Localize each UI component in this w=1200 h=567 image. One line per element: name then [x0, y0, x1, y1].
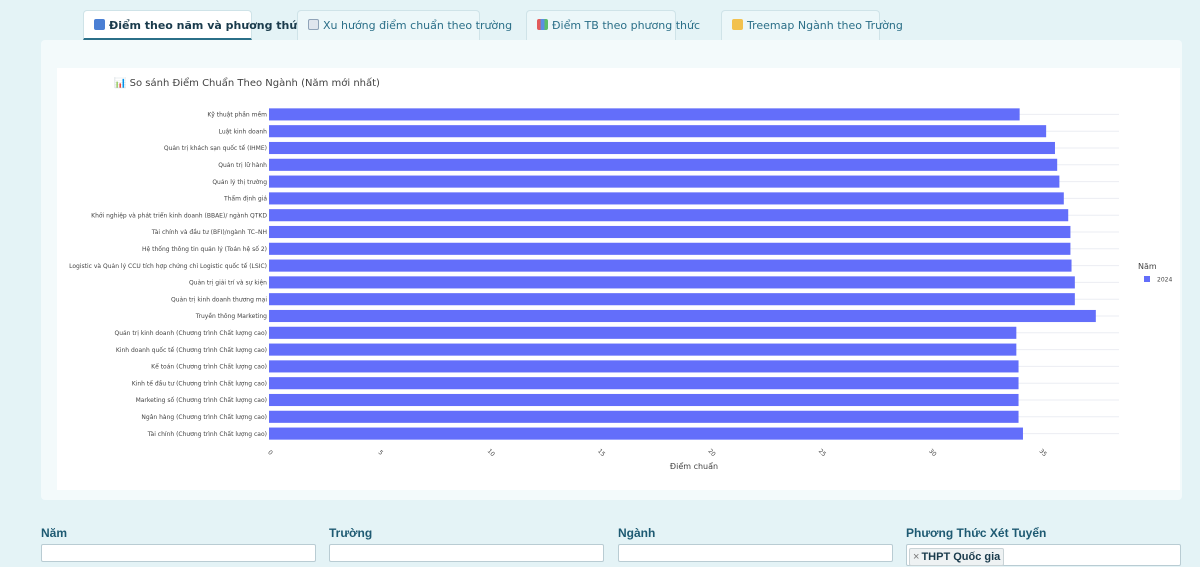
tab-trend-by-school[interactable]: Xu hướng điểm chuẩn theo trường [297, 10, 512, 40]
x-tick-label: 10 [486, 448, 496, 458]
bar[interactable] [269, 360, 1019, 373]
benchmark-bar-chart: 📊 So sánh Điểm Chuẩn Theo Ngành (Năm mới… [69, 76, 1172, 471]
bar[interactable] [269, 192, 1064, 205]
x-tick-label: 20 [706, 448, 716, 458]
method-filter-label: Phương Thức Xét Tuyển [906, 526, 1047, 540]
y-tick-label: Tài chính và đầu tư (BFI)/ngành TC–NH [151, 228, 267, 236]
method-select[interactable]: × THPT Quốc gia [906, 544, 1181, 566]
legend-label: 2024 [1157, 277, 1172, 284]
filter-bar: Năm Trường Ngành Phương Thức Xét Tuyển ×… [41, 526, 1182, 566]
y-tick-label: Quản trị kinh doanh thương mại [171, 296, 267, 303]
tab-label: Điểm TB theo phương thức [552, 19, 701, 32]
chart-title: 📊 So sánh Điểm Chuẩn Theo Ngành (Năm mới… [114, 76, 380, 89]
x-tick-label: 25 [817, 448, 827, 458]
bar[interactable] [269, 410, 1019, 423]
x-tick-label: 0 [266, 449, 274, 457]
y-tick-label: Luật kinh doanh [219, 128, 268, 135]
bar-chart-icon [537, 19, 548, 30]
bar[interactable] [269, 309, 1096, 323]
year-select[interactable] [41, 544, 316, 562]
school-filter: Trường [329, 526, 604, 562]
method-filter: Phương Thức Xét Tuyển × THPT Quốc gia [906, 526, 1181, 566]
y-tick-label: Kinh doanh quốc tế (Chương trình Chất lư… [116, 347, 267, 354]
y-tick-label: Quản trị giải trí và sự kiện [189, 280, 267, 287]
tab-treemap[interactable]: Treemap Ngành theo Trường [721, 10, 903, 40]
year-filter: Năm [41, 526, 316, 562]
tab-avg-by-method[interactable]: Điểm TB theo phương thức [526, 10, 700, 40]
bar[interactable] [269, 141, 1055, 155]
y-tick-label: Thẩm định giá [223, 196, 267, 203]
grid-icon [94, 19, 105, 30]
x-axis-ticks: 0 5 10 15 20 25 30 35 [266, 448, 1048, 458]
bar[interactable] [269, 276, 1075, 289]
bar[interactable] [269, 427, 1023, 440]
year-filter-label: Năm [41, 526, 68, 540]
y-tick-label: Kế toán (Chương trình Chất lượng cao) [151, 364, 267, 371]
bars-layer [269, 108, 1096, 440]
bar[interactable] [269, 108, 1020, 121]
x-tick-label: 5 [377, 449, 385, 457]
bar[interactable] [269, 225, 1071, 239]
major-filter: Ngành [618, 526, 893, 562]
bar[interactable] [269, 393, 1019, 407]
bar[interactable] [269, 175, 1060, 188]
major-filter-label: Ngành [618, 526, 656, 540]
y-tick-label: Logistic và Quản lý CCU tích hợp chứng c… [69, 263, 267, 270]
tab-scores-by-year-method[interactable]: Điểm theo năm và phương thức [83, 10, 304, 40]
bar[interactable] [269, 326, 1017, 339]
bar[interactable] [269, 125, 1047, 138]
legend-swatch[interactable] [1144, 276, 1150, 282]
bar[interactable] [269, 293, 1075, 306]
legend-title: Năm [1138, 262, 1157, 271]
y-tick-label: Quản trị khách sạn quốc tế (IHME) [164, 145, 267, 152]
x-axis-title: Điểm chuẩn [670, 461, 718, 471]
bar[interactable] [269, 242, 1071, 255]
x-tick-label: 30 [927, 448, 937, 458]
y-tick-label: Tài chính (Chương trình Chất lượng cao) [147, 431, 267, 438]
trend-chart-icon [308, 19, 319, 30]
bar[interactable] [269, 259, 1072, 272]
chart-card: 📊 So sánh Điểm Chuẩn Theo Ngành (Năm mới… [57, 68, 1180, 490]
y-tick-label: Quản lý thị trường [212, 179, 267, 186]
y-tick-label: Hệ thống thông tin quản lý (Toán hệ số 2… [142, 246, 267, 253]
y-tick-label: Kinh tế đầu tư (Chương trình Chất lượng … [132, 379, 267, 387]
x-tick-label: 35 [1038, 448, 1048, 458]
legend: Năm 2024 [1138, 262, 1172, 284]
y-tick-label: Marketing số (Chương trình Chất lượng ca… [136, 397, 267, 404]
bar[interactable] [269, 377, 1019, 390]
bar[interactable] [269, 209, 1069, 222]
bar[interactable] [269, 158, 1058, 171]
remove-chip-icon[interactable]: × [913, 551, 919, 563]
y-tick-label: Quản trị lữ hành [218, 162, 267, 169]
y-tick-label: Truyền thông Marketing [195, 312, 267, 320]
bar[interactable] [269, 343, 1017, 356]
y-tick-label: Kỹ thuật phần mềm [207, 111, 267, 119]
y-tick-label: Ngân hàng (Chương trình Chất lượng cao) [141, 414, 267, 421]
school-select[interactable] [329, 544, 604, 562]
legend-items: 2024 [1144, 276, 1172, 284]
tab-label: Xu hướng điểm chuẩn theo trường [323, 19, 513, 32]
school-filter-label: Trường [329, 526, 373, 540]
y-tick-label: Quản trị kinh doanh (Chương trình Chất l… [114, 330, 267, 337]
x-tick-label: 15 [596, 448, 606, 458]
y-axis-labels: Kỹ thuật phần mềm Luật kinh doanh Quản trị… [69, 111, 267, 438]
y-tick-label: Khởi nghiệp và phát triển kinh doanh (BB… [91, 212, 267, 219]
tab-label: Treemap Ngành theo Trường [747, 19, 903, 32]
folder-icon [732, 19, 743, 30]
tab-label: Điểm theo năm và phương thức [109, 19, 304, 32]
major-select[interactable] [618, 544, 893, 562]
tab-bar: Điểm theo năm và phương thức Xu hướng đi… [83, 10, 1183, 40]
selected-method-label: THPT Quốc gia [921, 551, 1001, 563]
selected-method-chip: × THPT Quốc gia [909, 548, 1005, 566]
